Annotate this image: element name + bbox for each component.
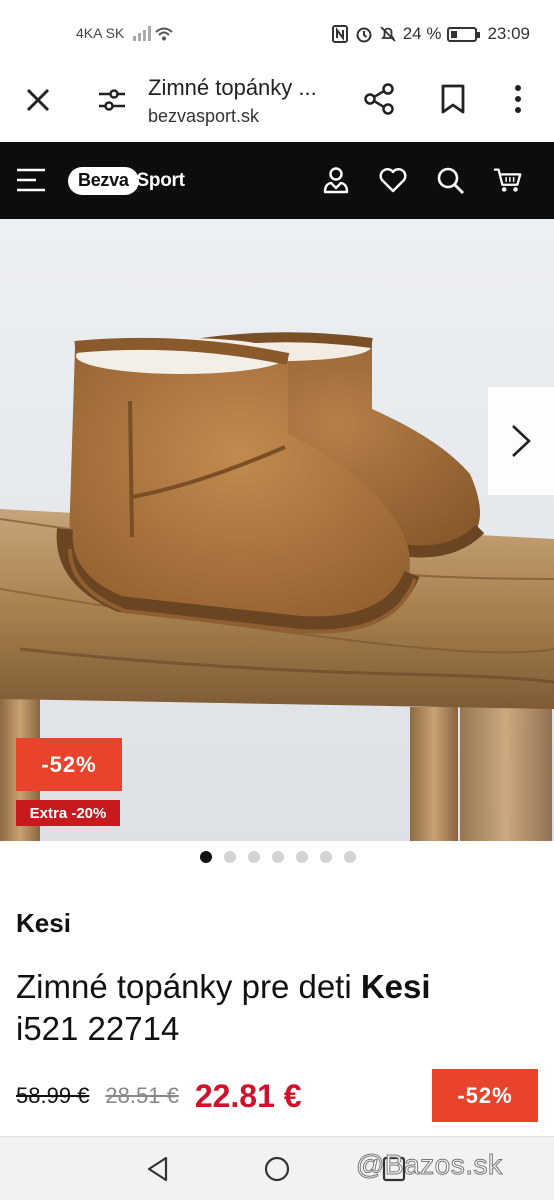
- pagination-dot[interactable]: [272, 851, 284, 863]
- more-vert-icon[interactable]: [508, 82, 528, 116]
- pagination-dot[interactable]: [344, 851, 356, 863]
- page-title[interactable]: Zimné topánky ...: [148, 75, 343, 101]
- home-icon[interactable]: [263, 1155, 291, 1183]
- product-code: i521 22714: [16, 1010, 180, 1047]
- extra-discount-badge: Extra -20%: [16, 800, 120, 826]
- page-url[interactable]: bezvasport.sk: [148, 106, 259, 127]
- back-icon[interactable]: [144, 1155, 172, 1183]
- product-title: Zimné topánky pre deti Kesi i521 22714: [16, 966, 536, 1050]
- price-original: 58.99 €: [16, 1083, 90, 1108]
- site-logo[interactable]: Bezva Sport: [68, 166, 185, 196]
- pagination-dot[interactable]: [320, 851, 332, 863]
- price-discount-badge: -52%: [432, 1069, 538, 1122]
- browser-toolbar: Zimné topánky ... bezvasport.sk: [0, 66, 554, 142]
- bookmark-icon[interactable]: [438, 83, 468, 115]
- alarm-icon: [356, 27, 372, 43]
- product-title-brand: Kesi: [360, 968, 431, 1005]
- pagination-dot[interactable]: [200, 851, 212, 863]
- discount-badge: -52%: [16, 738, 122, 791]
- product-title-prefix: Zimné topánky pre deti: [16, 968, 361, 1005]
- nfc-icon: [331, 25, 348, 43]
- chevron-right-icon: [512, 425, 531, 457]
- site-header: Bezva Sport: [0, 142, 554, 219]
- battery-icon: [447, 26, 481, 42]
- account-icon[interactable]: [320, 164, 352, 196]
- pagination-dot[interactable]: [224, 851, 236, 863]
- gallery-next-button[interactable]: [488, 387, 554, 495]
- price-row: 58.99 € 28.51 € 22.81 €: [16, 1073, 302, 1119]
- close-icon[interactable]: [22, 84, 54, 116]
- price-previous: 28.51 €: [105, 1083, 179, 1108]
- product-image-gallery[interactable]: -52% Extra -20%: [0, 219, 554, 841]
- price-current: 22.81 €: [194, 1077, 302, 1114]
- mute-icon: [380, 26, 396, 42]
- status-icons: 24 % 23:09: [331, 24, 530, 44]
- logo-part1: Bezva: [68, 167, 139, 195]
- pagination-dot[interactable]: [296, 851, 308, 863]
- menu-icon[interactable]: [16, 166, 46, 194]
- share-icon[interactable]: [362, 82, 396, 116]
- cart-icon[interactable]: [492, 164, 524, 196]
- wifi-icon: [155, 27, 173, 41]
- clock: 23:09: [487, 24, 530, 43]
- pagination-dot[interactable]: [248, 851, 260, 863]
- watermark: @Bazos.sk: [356, 1149, 503, 1181]
- heart-icon[interactable]: [377, 164, 409, 196]
- status-bar: 4KA SK 24 % 23:09: [0, 0, 554, 66]
- battery-percent: 24 %: [402, 24, 442, 43]
- search-icon[interactable]: [434, 164, 466, 196]
- logo-part2: Sport: [136, 170, 185, 191]
- tune-icon[interactable]: [96, 84, 128, 116]
- product-brand[interactable]: Kesi: [16, 908, 71, 939]
- system-navigation-bar: @Bazos.sk: [0, 1136, 554, 1200]
- gallery-pagination: [0, 851, 554, 867]
- carrier-label: 4KA SK: [76, 25, 125, 41]
- signal-icon: [133, 24, 173, 46]
